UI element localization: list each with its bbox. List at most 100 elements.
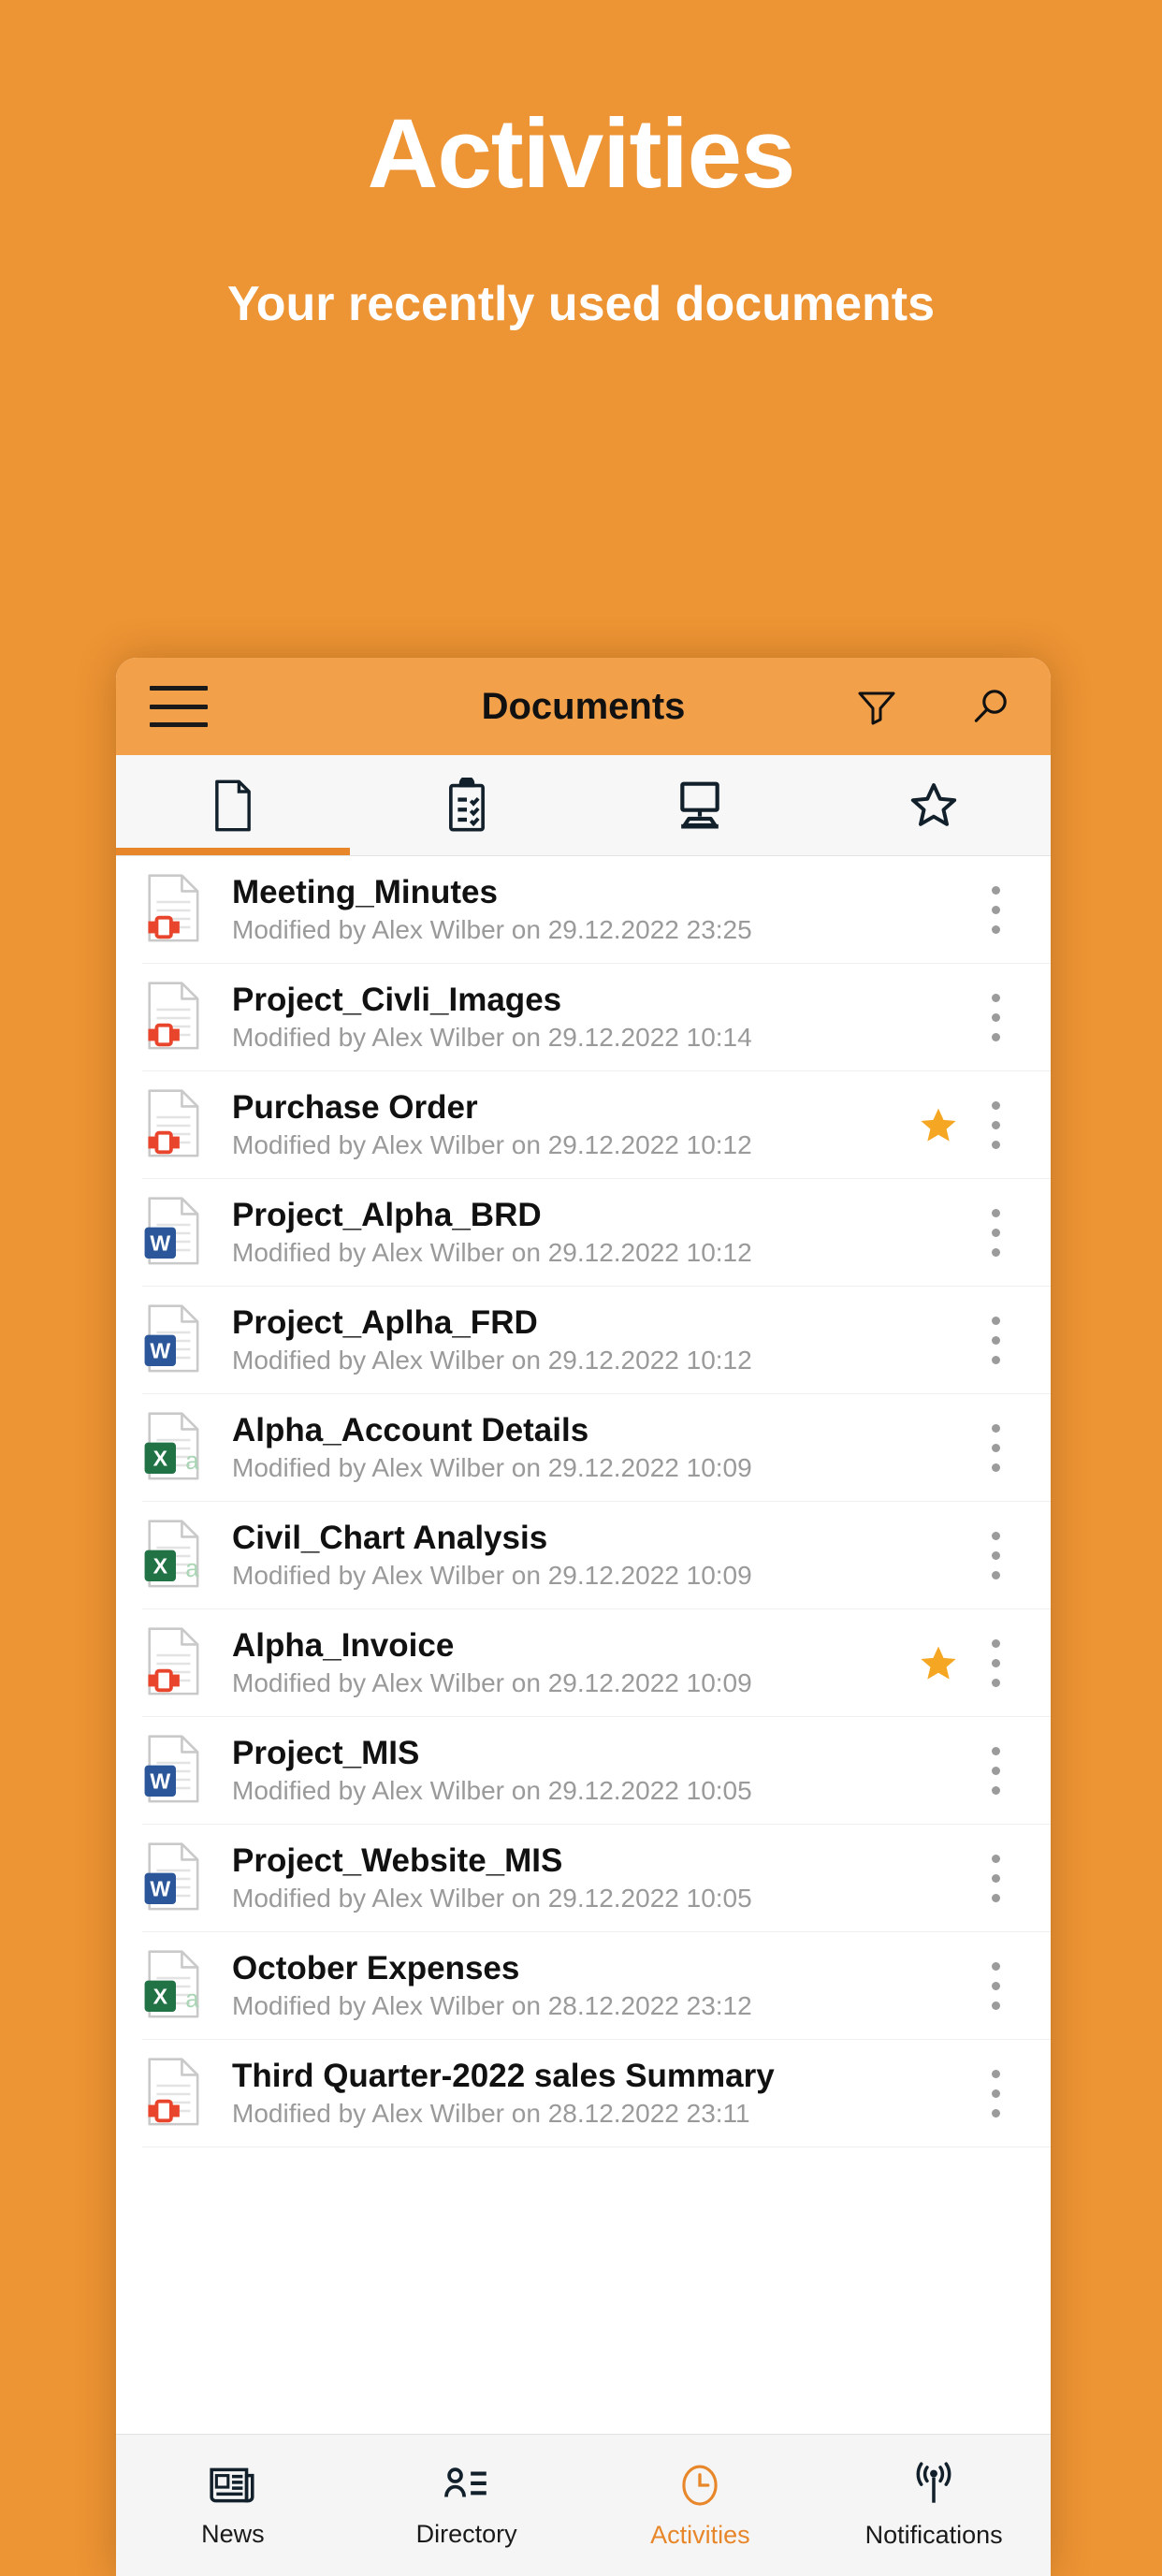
tab-sites[interactable] (584, 755, 818, 855)
document-info: Purchase Order Modified by Alex Wilber on… (232, 1089, 908, 1161)
overflow-menu-icon[interactable] (968, 1101, 1023, 1149)
document-meta: Modified by Alex Wilber on 29.12.2022 10… (232, 1346, 752, 1375)
document-row[interactable]: Alpha_Invoice Modified by Alex Wilber on … (116, 1609, 1051, 1717)
bottom-navigation: News Directory Activities Notifications (116, 2434, 1051, 2576)
hamburger-menu-icon[interactable] (150, 686, 208, 727)
file-type-excel-icon: aX (142, 1516, 210, 1596)
file-type-word-icon: W (142, 1193, 210, 1273)
file-type-excel-icon: aX (142, 1408, 210, 1489)
document-list: Meeting_Minutes Modified by Alex Wilber o… (116, 856, 1051, 2147)
document-row[interactable]: W Project_MIS Modified by Alex Wilber on 2… (116, 1717, 1051, 1825)
document-info: Project_Alpha_BRD Modified by Alex Wilber… (232, 1197, 908, 1269)
document-row[interactable]: Project_Civli_Images Modified by Alex Wil… (116, 964, 1051, 1071)
page-subtitle: Your recently used documents (226, 277, 936, 331)
overflow-menu-icon[interactable] (968, 1532, 1023, 1579)
nav-item-activities[interactable]: Activities (584, 2435, 818, 2576)
file-type-pdf-icon (142, 1623, 210, 1704)
document-info: Project_Website_MIS Modified by Alex Wilb… (232, 1842, 908, 1914)
document-row[interactable]: a X October Expenses Modified by Alex Wilbe… (116, 1932, 1051, 2040)
overflow-menu-icon[interactable] (968, 1317, 1023, 1364)
page-title: Activities (367, 99, 796, 209)
overflow-menu-icon[interactable] (968, 1424, 1023, 1472)
document-name: Purchase Order (232, 1088, 478, 1126)
document-info: Project_Civli_Images Modified by Alex Wil… (232, 982, 908, 1054)
document-info: Meeting_Minutes Modified by Alex Wilber o… (232, 874, 908, 946)
document-row[interactable]: a X Alpha_Account Details Modified by Alex … (116, 1394, 1051, 1502)
nav-label-activities: Activities (650, 2520, 750, 2549)
document-row[interactable]: a X Civil_Chart Analysis Modified by Alex W… (116, 1502, 1051, 1609)
document-row[interactable]: W Project_Website_MIS Modified by Alex Wil… (116, 1825, 1051, 1932)
overflow-menu-icon[interactable] (968, 1855, 1023, 1902)
file-type-pdf-icon (142, 1085, 210, 1166)
document-info: Project_MIS Modified by Alex Wilber on 29… (232, 1735, 908, 1807)
document-row[interactable]: Third Quarter-2022 sales Summary Modified… (116, 2040, 1051, 2147)
document-name: Project_Website_MIS (232, 1841, 563, 1879)
document-row[interactable]: Purchase Order Modified by Alex Wilber on… (116, 1071, 1051, 1179)
document-name: Project_Civli_Images (232, 981, 562, 1018)
svg-text:a: a (185, 1555, 199, 1581)
nav-label-directory: Directory (415, 2519, 517, 2548)
document-name: Civil_Chart Analysis (232, 1519, 548, 1556)
svg-text:X: X (153, 1984, 168, 2008)
nav-label-news: News (201, 2519, 265, 2548)
document-meta: Modified by Alex Wilber on 29.12.2022 10… (232, 1238, 752, 1268)
nav-label-notifications: Notifications (864, 2520, 1003, 2549)
promo-header: Activities Your recently used documents (0, 0, 1162, 332)
document-info: Third Quarter-2022 sales Summary Modified… (232, 2058, 908, 2130)
tab-bar (116, 755, 1051, 856)
document-name: Project_Aplha_FRD (232, 1303, 538, 1341)
document-row[interactable]: W Project_Alpha_BRD Modified by Alex Wilbe… (116, 1179, 1051, 1287)
favorite-star-icon[interactable] (908, 1642, 968, 1685)
svg-text:a: a (185, 1986, 199, 2012)
svg-text:W: W (150, 1338, 170, 1362)
document-info: Civil_Chart Analysis Modified by Alex Wil… (232, 1520, 908, 1592)
file-type-pdf-icon (142, 870, 210, 951)
document-name: Meeting_Minutes (232, 873, 498, 910)
document-name: Project_Alpha_BRD (232, 1196, 542, 1233)
file-type-word-icon: W (142, 1839, 210, 1919)
overflow-menu-icon[interactable] (968, 2070, 1023, 2118)
svg-text:W: W (150, 1876, 170, 1900)
overflow-menu-icon[interactable] (968, 994, 1023, 1041)
document-info: Project_Aplha_FRD Modified by Alex Wilber… (232, 1304, 908, 1376)
document-name: Alpha_Account Details (232, 1411, 589, 1448)
overflow-menu-icon[interactable] (968, 886, 1023, 934)
document-name: Third Quarter-2022 sales Summary (232, 2057, 775, 2094)
document-meta: Modified by Alex Wilber on 28.12.2022 23… (232, 2099, 750, 2129)
document-row[interactable]: Meeting_Minutes Modified by Alex Wilber o… (116, 856, 1051, 964)
overflow-menu-icon[interactable] (968, 1209, 1023, 1257)
svg-text:X: X (153, 1553, 168, 1578)
overflow-menu-icon[interactable] (968, 1962, 1023, 2010)
svg-text:a: a (185, 1448, 199, 1474)
favorite-star-icon[interactable] (908, 1104, 968, 1147)
app-bar-actions (850, 680, 1017, 733)
svg-text:W: W (150, 1768, 170, 1793)
document-name: October Expenses (232, 1949, 520, 1987)
document-info: October Expenses Modified by Alex Wilber … (232, 1950, 908, 2022)
document-meta: Modified by Alex Wilber on 28.12.2022 23… (232, 1991, 752, 2021)
document-meta: Modified by Alex Wilber on 29.12.2022 10… (232, 1453, 752, 1483)
tab-documents[interactable] (116, 755, 350, 855)
file-type-word-icon: W (142, 1731, 210, 1812)
nav-item-news[interactable]: News (116, 2435, 350, 2576)
filter-funnel-icon[interactable] (850, 680, 903, 733)
app-bar: Documents (116, 658, 1051, 755)
document-meta: Modified by Alex Wilber on 29.12.2022 10… (232, 1561, 752, 1591)
document-info: Alpha_Account Details Modified by Alex Wi… (232, 1412, 908, 1484)
document-meta: Modified by Alex Wilber on 29.12.2022 10… (232, 1130, 752, 1160)
search-magnifier-icon[interactable] (965, 680, 1017, 733)
document-meta: Modified by Alex Wilber on 29.12.2022 10… (232, 1668, 752, 1698)
overflow-menu-icon[interactable] (968, 1747, 1023, 1795)
file-type-pdf-icon (142, 978, 210, 1058)
document-meta: Modified by Alex Wilber on 29.12.2022 10… (232, 1884, 752, 1914)
tab-tasks[interactable] (350, 755, 584, 855)
file-type-word-icon: W (142, 1301, 210, 1381)
nav-item-notifications[interactable]: Notifications (817, 2435, 1051, 2576)
file-type-excel-icon: aX (142, 1946, 210, 2027)
document-info: Alpha_Invoice Modified by Alex Wilber on … (232, 1627, 908, 1699)
overflow-menu-icon[interactable] (968, 1639, 1023, 1687)
tab-favorites[interactable] (817, 755, 1051, 855)
document-name: Project_MIS (232, 1734, 420, 1771)
nav-item-directory[interactable]: Directory (350, 2435, 584, 2576)
document-row[interactable]: W Project_Aplha_FRD Modified by Alex Wilbe… (116, 1287, 1051, 1394)
